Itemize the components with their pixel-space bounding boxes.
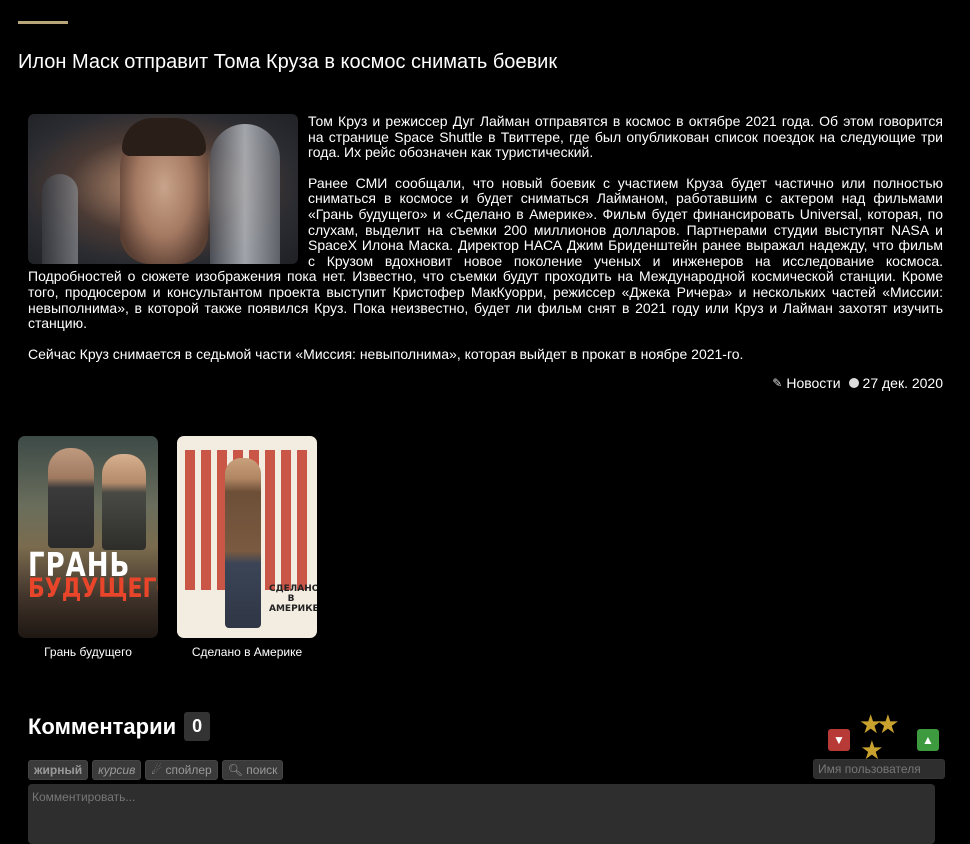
poster-title: СДЕЛАНО В АМЕРИКЕ xyxy=(269,584,317,614)
pencil-icon: ✎ xyxy=(772,376,783,390)
search-label: поиск xyxy=(246,763,278,777)
username-input[interactable]: Имя пользователя xyxy=(813,759,945,779)
search-icon: 🔍︎ xyxy=(227,763,247,777)
movie-poster[interactable]: ГРАНЬ БУДУЩЕГО xyxy=(18,436,158,638)
movie-title[interactable]: Сделано в Америке xyxy=(177,645,317,659)
comments-count-badge: 0 xyxy=(184,712,211,741)
article-paragraph: Сейчас Круз снимается в седьмой части «М… xyxy=(28,345,744,362)
article-date: 27 дек. 2020 xyxy=(862,375,943,391)
comments-heading: Комментарии xyxy=(28,713,177,739)
article-meta: ✎ Новости 27 дек. 2020 xyxy=(772,375,943,391)
comments-header: Комментарии 0 xyxy=(28,712,211,741)
rating-widget: ▼ ★★ ★ ▲ xyxy=(828,711,943,763)
stars-icon: ★★ ★ xyxy=(859,709,900,765)
movie-poster[interactable]: СДЕЛАНО В АМЕРИКЕ xyxy=(177,436,317,638)
related-movies: ГРАНЬ БУДУЩЕГО Грань будущего СДЕЛАНО В … xyxy=(18,436,317,659)
article-photo xyxy=(28,114,298,264)
search-button[interactable]: 🔍︎ поиск xyxy=(221,760,284,780)
spoiler-button[interactable]: ☄ спойлер xyxy=(145,760,218,780)
spoiler-label: спойлер xyxy=(165,763,212,777)
movie-card[interactable]: СДЕЛАНО В АМЕРИКЕ Сделано в Америке xyxy=(177,436,317,659)
poster-title-line2: БУДУЩЕГО xyxy=(28,574,158,604)
bold-button[interactable]: жирный xyxy=(28,760,89,780)
dislike-icon[interactable]: ▼ xyxy=(828,729,850,751)
movie-card[interactable]: ГРАНЬ БУДУЩЕГО Грань будущего xyxy=(18,436,158,659)
spoiler-icon: ☄ xyxy=(151,763,166,777)
like-icon[interactable]: ▲ xyxy=(917,729,939,751)
movie-title[interactable]: Грань будущего xyxy=(18,645,158,659)
article-category-link[interactable]: Новости xyxy=(786,375,840,391)
comment-toolbar: жирный курсив ☄ спойлер 🔍︎ поиск xyxy=(28,760,284,780)
italic-button[interactable]: курсив xyxy=(92,760,142,780)
article-title: Илон Маск отправит Тома Круза в космос с… xyxy=(18,51,558,73)
clock-icon xyxy=(848,378,859,388)
title-accent-line xyxy=(18,21,68,24)
comment-textarea[interactable]: Комментировать... xyxy=(28,784,935,844)
article-body: Том Круз и режиссер Дуг Лайман отправятс… xyxy=(28,113,943,377)
